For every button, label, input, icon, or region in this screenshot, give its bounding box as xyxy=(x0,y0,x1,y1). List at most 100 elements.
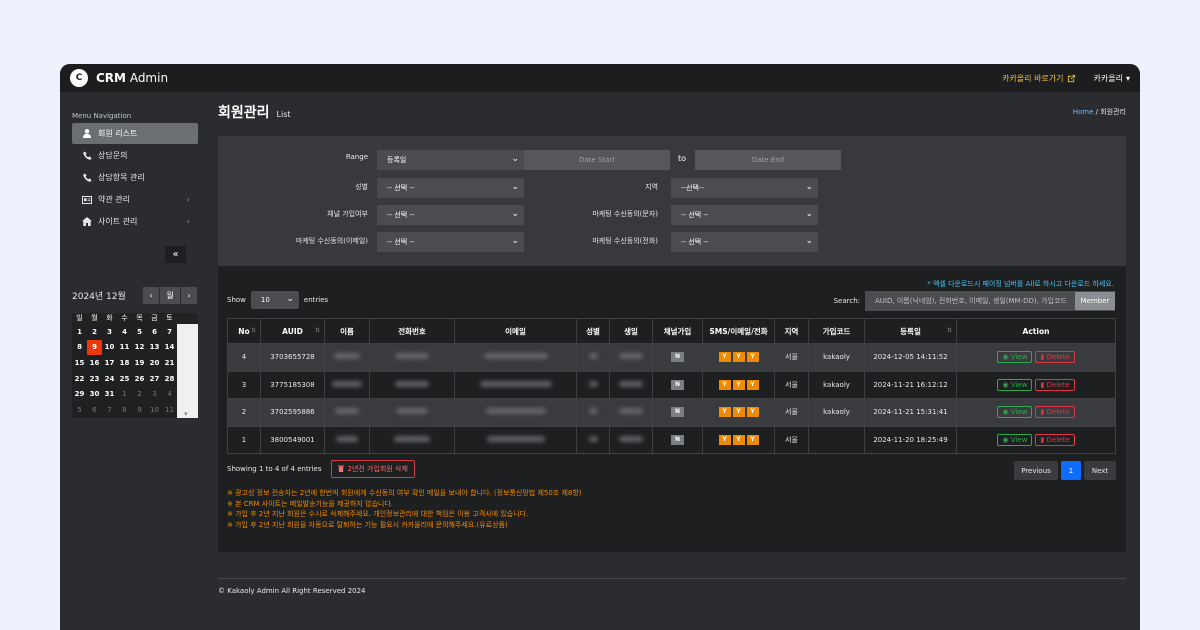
calendar-day[interactable]: 11 xyxy=(162,402,177,418)
delete-button[interactable]: ▮ Delete xyxy=(1035,406,1075,419)
calendar-prev-button[interactable]: ‹ xyxy=(143,287,160,304)
marketing-email-select[interactable]: -- 선택 -- ⌄ xyxy=(377,232,524,252)
column-header[interactable]: SMS/이메일/전화 xyxy=(702,318,775,344)
calendar-day[interactable]: 5 xyxy=(132,324,147,340)
sidebar-item-consult[interactable]: 상담문의 xyxy=(72,145,198,166)
sidebar-item-member-list[interactable]: 회원 리스트 xyxy=(72,123,198,144)
calendar-day[interactable]: 8 xyxy=(72,340,87,356)
delete-button[interactable]: ▮ Delete xyxy=(1035,433,1075,446)
calendar-day[interactable]: 15 xyxy=(72,355,87,371)
marketing-text-select[interactable]: -- 선택 -- ⌄ xyxy=(671,205,818,225)
calendar-day[interactable]: 3 xyxy=(147,386,162,402)
delete-old-members-button[interactable]: 2년전 가입회원 삭제 xyxy=(331,460,415,478)
region-select[interactable]: --선택-- ⌄ xyxy=(671,178,818,198)
calendar-day[interactable]: 29 xyxy=(72,386,87,402)
column-header[interactable]: 등록일 ⇅ xyxy=(864,318,957,344)
calendar-day[interactable]: 3 xyxy=(102,324,117,340)
view-button[interactable]: ◉ View xyxy=(997,406,1033,419)
table-row[interactable]: 1 3800549001 N Y Y Y 서울 2024-11-20 18:25:49 ◉ Vi… xyxy=(227,425,1116,454)
calendar-day[interactable]: 30 xyxy=(87,386,102,402)
sidebar-item-terms[interactable]: 약관 관리 › xyxy=(72,189,198,210)
calendar-day[interactable]: 9 xyxy=(87,339,102,356)
calendar-day[interactable]: 7 xyxy=(162,324,177,340)
calendar-day[interactable]: 13 xyxy=(147,340,162,356)
calendar-day[interactable]: 21 xyxy=(162,355,177,371)
column-header[interactable]: 이메일 xyxy=(454,318,577,344)
sidebar-item-site[interactable]: 사이트 관리 › xyxy=(72,211,198,232)
cell-phone xyxy=(369,343,455,372)
column-header[interactable]: AUID ⇅ xyxy=(260,318,325,344)
excel-notice: * 엑셀 다운로드시 페이징 넘버를 All로 하시고 다운로드 하세요. xyxy=(927,280,1114,288)
calendar-next-button[interactable]: › xyxy=(181,287,198,304)
page-length-select[interactable]: 10 ⌄ xyxy=(250,291,299,309)
calendar-day[interactable]: 4 xyxy=(162,386,177,402)
breadcrumb-home-link[interactable]: Home xyxy=(1073,108,1094,116)
date-end-input[interactable]: Date End xyxy=(695,150,841,170)
marketing-phone-select[interactable]: -- 선택 -- ⌄ xyxy=(671,232,818,252)
page-1-button[interactable]: 1 xyxy=(1061,461,1081,480)
calendar-day[interactable]: 9 xyxy=(132,402,147,418)
calendar-day[interactable]: 31 xyxy=(102,386,117,402)
column-header[interactable]: 전화번호 xyxy=(369,318,455,344)
column-header[interactable]: 생일 xyxy=(609,318,653,344)
kakao-shortcut-link[interactable]: 카카올리 바로가기 xyxy=(1002,73,1075,84)
column-header[interactable]: No ⇅ xyxy=(227,318,261,344)
date-start-input[interactable]: Date Start xyxy=(524,150,670,170)
calendar-day[interactable]: 4 xyxy=(117,324,132,340)
member-button[interactable]: Member xyxy=(1075,292,1115,310)
calendar-day[interactable]: 18 xyxy=(117,355,132,371)
calendar-day[interactable]: 19 xyxy=(132,355,147,371)
calendar-day[interactable]: 28 xyxy=(162,371,177,387)
view-button[interactable]: ◉ View xyxy=(997,433,1033,446)
calendar-day[interactable]: 5 xyxy=(72,402,87,418)
calendar-day[interactable]: 2 xyxy=(132,386,147,402)
table-row[interactable]: 2 3702595886 N Y Y Y 서울 kakaoly 2024-11-21 15:31… xyxy=(227,398,1116,427)
previous-page-button[interactable]: Previous xyxy=(1014,461,1058,480)
calendar-month-button[interactable]: 월 xyxy=(160,287,181,304)
calendar-day[interactable]: 11 xyxy=(117,340,132,356)
column-header[interactable]: 지역 xyxy=(774,318,809,344)
calendar-day[interactable]: 20 xyxy=(147,355,162,371)
view-button[interactable]: ◉ View xyxy=(997,351,1033,364)
calendar-day[interactable]: 7 xyxy=(102,402,117,418)
calendar-day[interactable]: 22 xyxy=(72,371,87,387)
column-header[interactable]: 이름 xyxy=(324,318,370,344)
channel-select[interactable]: -- 선택 -- ⌄ xyxy=(377,205,524,225)
app-title[interactable]: CRM Admin xyxy=(96,71,168,85)
range-select[interactable]: 등록일 ⌄ xyxy=(377,150,524,170)
column-header[interactable]: 성별 xyxy=(576,318,610,344)
calendar-day[interactable]: 8 xyxy=(117,402,132,418)
calendar-day[interactable]: 12 xyxy=(132,340,147,356)
table-row[interactable]: 3 3775185308 N Y Y Y 서울 kakaoly 2024-11-21 16:12… xyxy=(227,370,1116,399)
calendar-day[interactable]: 1 xyxy=(117,386,132,402)
calendar-day[interactable]: 17 xyxy=(102,355,117,371)
calendar-day[interactable]: 25 xyxy=(117,371,132,387)
calendar-day[interactable]: 2 xyxy=(87,324,102,340)
gender-select[interactable]: -- 선택 -- ⌄ xyxy=(377,178,524,198)
calendar-day[interactable]: 16 xyxy=(87,355,102,371)
calendar-day[interactable]: 26 xyxy=(132,371,147,387)
calendar-day[interactable]: 24 xyxy=(102,371,117,387)
column-header[interactable]: 가입코드 xyxy=(808,318,865,344)
next-page-button[interactable]: Next xyxy=(1084,461,1116,480)
calendar-day[interactable]: 27 xyxy=(147,371,162,387)
user-menu[interactable]: 카카올리 ▾ xyxy=(1094,73,1130,84)
column-header[interactable]: Action xyxy=(956,318,1116,344)
sidebar-item-consult-items[interactable]: 상담항목 관리 xyxy=(72,167,198,188)
column-header[interactable]: 채널가입 xyxy=(652,318,703,344)
calendar-day[interactable]: 6 xyxy=(87,402,102,418)
delete-button[interactable]: ▮ Delete xyxy=(1035,351,1075,364)
sidebar-collapse-button[interactable]: « xyxy=(165,246,186,263)
calendar-day[interactable]: 6 xyxy=(147,324,162,340)
delete-button[interactable]: ▮ Delete xyxy=(1035,378,1075,391)
calendar-days: 1 2 3 4 5 6 7 8 9 10 11 12 13 14 15 16 17 18 19 20 21 22 23 24 2… xyxy=(72,324,177,418)
calendar-scrollbar[interactable]: ▾ xyxy=(177,324,198,418)
calendar-day[interactable]: 14 xyxy=(162,340,177,356)
calendar-day[interactable]: 23 xyxy=(87,371,102,387)
calendar-day[interactable]: 10 xyxy=(147,402,162,418)
view-button[interactable]: ◉ View xyxy=(997,378,1033,391)
calendar-day[interactable]: 1 xyxy=(72,324,87,340)
eye-icon: ◉ xyxy=(1002,435,1011,444)
table-row[interactable]: 4 3703655728 N Y Y Y 서울 kakaoly 2024-12-05 14:11… xyxy=(227,343,1116,372)
calendar-day[interactable]: 10 xyxy=(102,340,117,356)
